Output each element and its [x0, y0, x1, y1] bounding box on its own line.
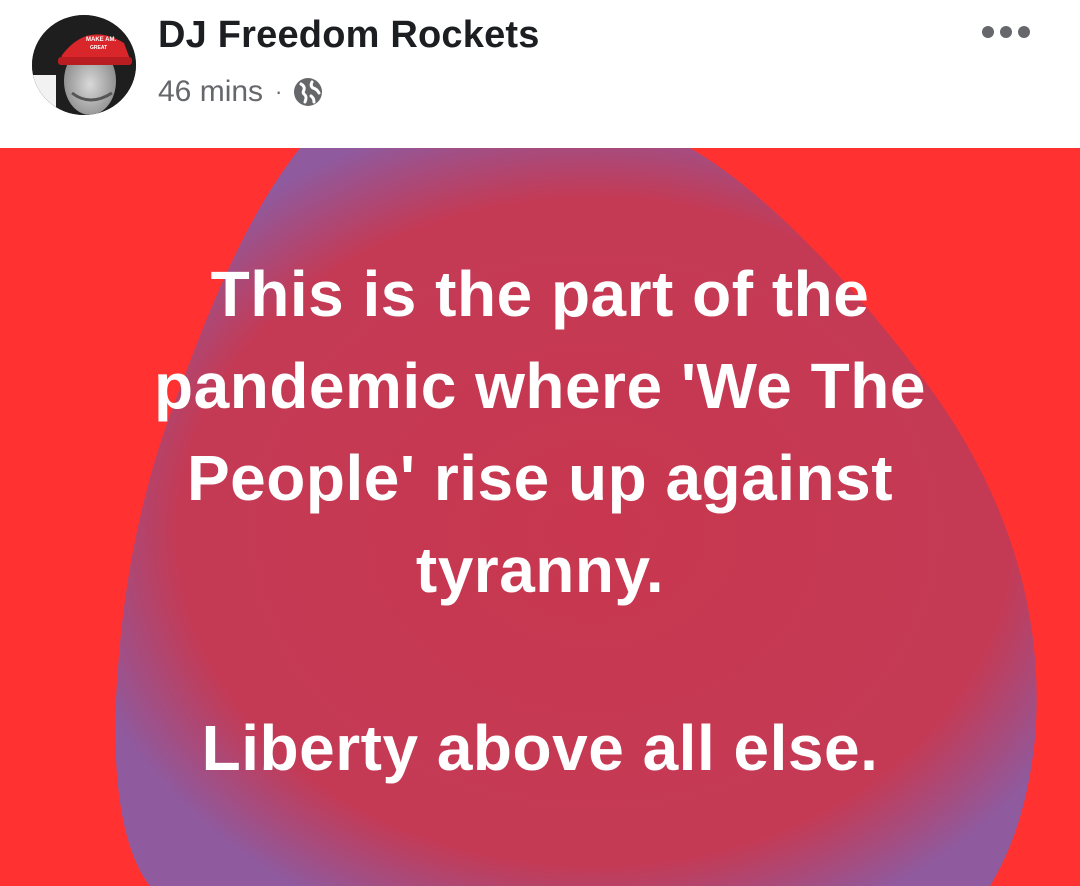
meta-separator: · — [275, 79, 283, 104]
more-dots-icon — [981, 25, 1031, 39]
post-message: This is the part of the pandemic where '… — [40, 248, 1040, 794]
post-message-line: People' rise up against — [186, 442, 894, 514]
avatar-hat-text: MAKE AM. — [86, 37, 116, 43]
author-name[interactable]: DJ Freedom Rockets — [158, 14, 540, 57]
post-message-closing-line: Liberty above all else. — [201, 712, 879, 784]
svg-text:GREAT: GREAT — [90, 45, 107, 51]
post-meta: 46 mins · — [158, 72, 324, 112]
more-options-button[interactable] — [976, 14, 1036, 50]
author-avatar[interactable]: MAKE AM. GREAT — [32, 15, 136, 115]
message-spacer — [40, 616, 1040, 702]
post-message-line: pandemic where 'We The — [154, 350, 926, 422]
post-message-line: This is the part of the — [210, 258, 870, 330]
post-timestamp[interactable]: 46 mins — [158, 75, 263, 109]
post-text-card[interactable]: This is the part of the pandemic where '… — [0, 148, 1080, 886]
globe-icon[interactable] — [292, 76, 324, 108]
post-header: MAKE AM. GREAT DJ Freedom Rockets 46 min… — [0, 0, 1080, 148]
facebook-post: MAKE AM. GREAT DJ Freedom Rockets 46 min… — [0, 0, 1080, 886]
post-message-line: tyranny. — [415, 534, 665, 606]
